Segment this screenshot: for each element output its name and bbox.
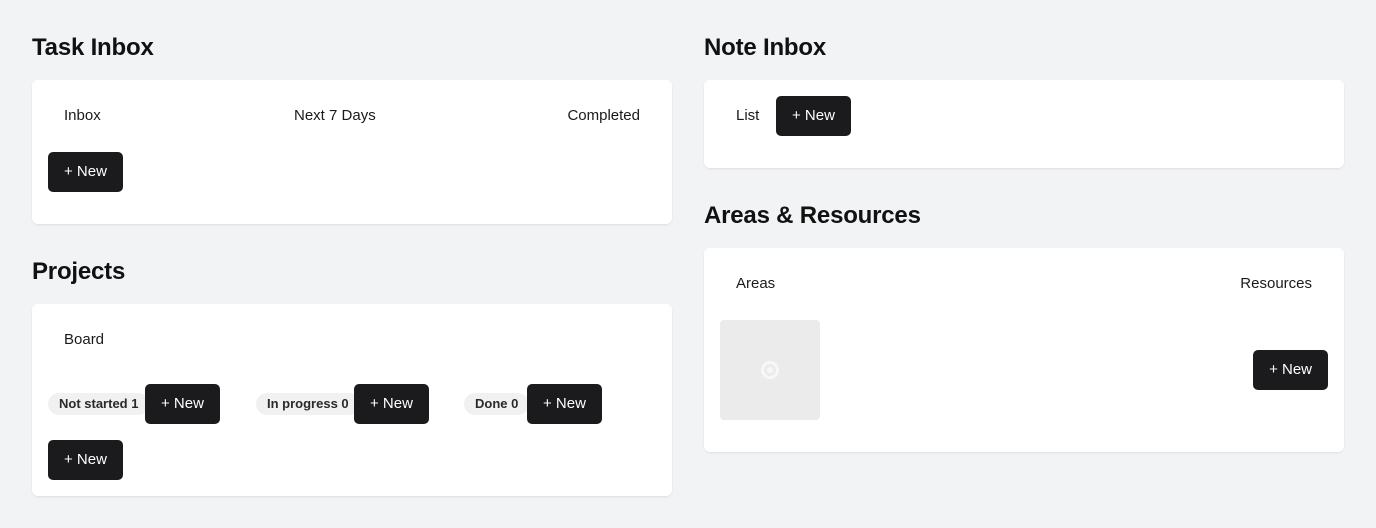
tab-list[interactable]: List [736, 106, 759, 126]
not-started-new-button[interactable]: + New [145, 384, 220, 424]
tab-inbox[interactable]: Inbox [64, 106, 101, 126]
done-new-button[interactable]: + New [527, 384, 602, 424]
projects-new-button[interactable]: + New [48, 440, 123, 480]
task-inbox-new-button[interactable]: + New [48, 152, 123, 192]
tab-next-7-days[interactable]: Next 7 Days [294, 106, 376, 126]
tab-board[interactable]: Board [64, 330, 104, 350]
status-chip-not-started: Not started 1 [48, 393, 150, 415]
task-inbox-title: Task Inbox [32, 34, 154, 61]
loading-spinner-icon [761, 361, 779, 379]
note-inbox-new-button[interactable]: + New [776, 96, 851, 136]
projects-title: Projects [32, 258, 126, 285]
tab-resources[interactable]: Resources [1240, 274, 1312, 294]
tab-completed[interactable]: Completed [567, 106, 640, 126]
tab-areas[interactable]: Areas [736, 274, 775, 294]
note-inbox-card: List + New [704, 80, 1344, 168]
in-progress-new-button[interactable]: + New [354, 384, 429, 424]
status-chip-done: Done 0 [464, 393, 530, 415]
projects-card: Board Not started 1 + New In progress 0 … [32, 304, 672, 496]
resources-new-button[interactable]: + New [1253, 350, 1328, 390]
loading-placeholder [720, 320, 820, 420]
task-inbox-card: Inbox Next 7 Days Completed + New [32, 80, 672, 224]
note-inbox-title: Note Inbox [704, 34, 826, 61]
status-chip-in-progress: In progress 0 [256, 393, 360, 415]
areas-resources-card: Areas Resources + New [704, 248, 1344, 452]
areas-resources-title: Areas & Resources [704, 202, 921, 229]
